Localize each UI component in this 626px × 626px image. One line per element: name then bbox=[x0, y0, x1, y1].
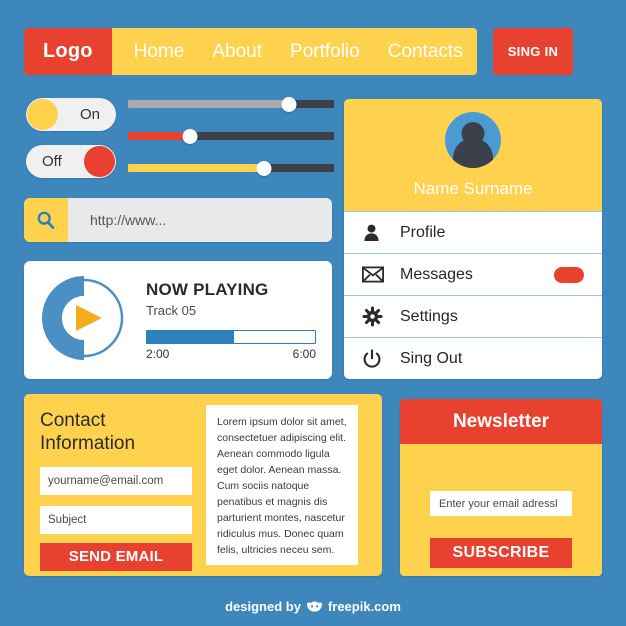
toggle-knob-off[interactable] bbox=[84, 146, 115, 177]
slider-gray-handle[interactable] bbox=[281, 96, 297, 112]
sign-in-button[interactable]: SING IN bbox=[492, 28, 574, 75]
slider-red[interactable] bbox=[128, 128, 334, 144]
subscribe-button[interactable]: SUBSCRIBE bbox=[430, 538, 572, 568]
envelope-icon bbox=[362, 266, 388, 283]
slider-yellow-handle[interactable] bbox=[256, 160, 272, 176]
menu-item-messages[interactable]: Messages bbox=[344, 253, 602, 295]
slider-gray[interactable] bbox=[128, 96, 334, 112]
send-email-button[interactable]: SEND EMAIL bbox=[40, 542, 192, 571]
contact-title: Contact Information bbox=[40, 410, 136, 454]
player-progress-ring[interactable] bbox=[38, 272, 130, 369]
search-icon bbox=[37, 211, 55, 230]
gear-icon bbox=[362, 306, 388, 327]
nav-main-group: Logo Home About Portfolio Contacts bbox=[24, 28, 477, 75]
slider-group bbox=[128, 96, 334, 176]
toggle-switch-off[interactable]: Off bbox=[26, 145, 116, 178]
newsletter-email-input[interactable] bbox=[430, 491, 572, 516]
nav-link-home[interactable]: Home bbox=[112, 28, 199, 75]
slider-yellow[interactable] bbox=[128, 160, 334, 176]
nav-link-portfolio[interactable]: Portfolio bbox=[276, 28, 374, 75]
email-field[interactable] bbox=[40, 466, 192, 495]
toggle-group: On Off bbox=[26, 98, 116, 178]
newsletter-title: Newsletter bbox=[400, 399, 602, 444]
slider-yellow-fill bbox=[128, 164, 264, 172]
menu-item-settings[interactable]: Settings bbox=[344, 295, 602, 337]
menu-label-settings: Settings bbox=[400, 307, 458, 325]
subject-field[interactable] bbox=[40, 505, 192, 534]
contact-form: Contact Information SEND EMAIL bbox=[24, 394, 206, 576]
avatar-body-shape bbox=[453, 138, 493, 168]
search-button[interactable] bbox=[24, 198, 68, 242]
messages-badge[interactable] bbox=[554, 266, 584, 283]
nav-link-contacts[interactable]: Contacts bbox=[374, 28, 477, 75]
toggle-knob-on[interactable] bbox=[27, 99, 58, 130]
freepik-crown-icon bbox=[306, 601, 322, 612]
nav-link-about[interactable]: About bbox=[198, 28, 276, 75]
footer: designed by freepik.com bbox=[0, 599, 626, 614]
toggle-label-off: Off bbox=[42, 153, 62, 170]
time-total: 6:00 bbox=[292, 346, 316, 361]
music-player-card: NOW PLAYING Track 05 2:00 6:00 bbox=[24, 261, 332, 379]
logo-button[interactable]: Logo bbox=[24, 28, 112, 75]
lorem-text-block: Lorem ipsum dolor sit amet, consectetuer… bbox=[206, 405, 358, 565]
slider-gray-fill bbox=[128, 100, 289, 108]
profile-name: Name Surname bbox=[413, 179, 533, 198]
newsletter-card: Newsletter SUBSCRIBE bbox=[400, 399, 602, 576]
search-bar[interactable] bbox=[24, 198, 332, 242]
slider-red-fill bbox=[128, 132, 190, 140]
avatar bbox=[445, 112, 501, 168]
menu-item-profile[interactable]: Profile bbox=[344, 211, 602, 253]
now-playing-title: NOW PLAYING bbox=[146, 279, 269, 299]
contact-information-card: Contact Information SEND EMAIL Lorem ips… bbox=[24, 394, 382, 576]
slider-red-handle[interactable] bbox=[182, 128, 198, 144]
navbar: Logo Home About Portfolio Contacts SING … bbox=[24, 28, 574, 75]
menu-item-sing-out[interactable]: Sing Out bbox=[344, 337, 602, 379]
profile-card: Name Surname Profile Messages Settings S… bbox=[344, 99, 602, 379]
menu-label-messages: Messages bbox=[400, 265, 473, 283]
power-icon bbox=[362, 348, 388, 369]
footer-brand: freepik.com bbox=[327, 599, 401, 614]
menu-label-profile: Profile bbox=[400, 223, 446, 241]
player-progress-bar[interactable] bbox=[146, 329, 316, 344]
menu-label-sing-out: Sing Out bbox=[400, 349, 463, 367]
toggle-label-on: On bbox=[79, 106, 100, 123]
player-times: 2:00 6:00 bbox=[146, 347, 316, 361]
time-current: 2:00 bbox=[146, 346, 170, 361]
player-info: NOW PLAYING Track 05 2:00 6:00 bbox=[146, 280, 332, 361]
player-progress-fill bbox=[147, 330, 235, 343]
track-name: Track 05 bbox=[146, 302, 197, 318]
footer-prefix: designed by bbox=[225, 599, 301, 614]
toggle-switch-on[interactable]: On bbox=[26, 98, 116, 131]
person-icon bbox=[362, 223, 388, 242]
search-input[interactable] bbox=[68, 198, 332, 242]
profile-header: Name Surname bbox=[344, 99, 602, 211]
